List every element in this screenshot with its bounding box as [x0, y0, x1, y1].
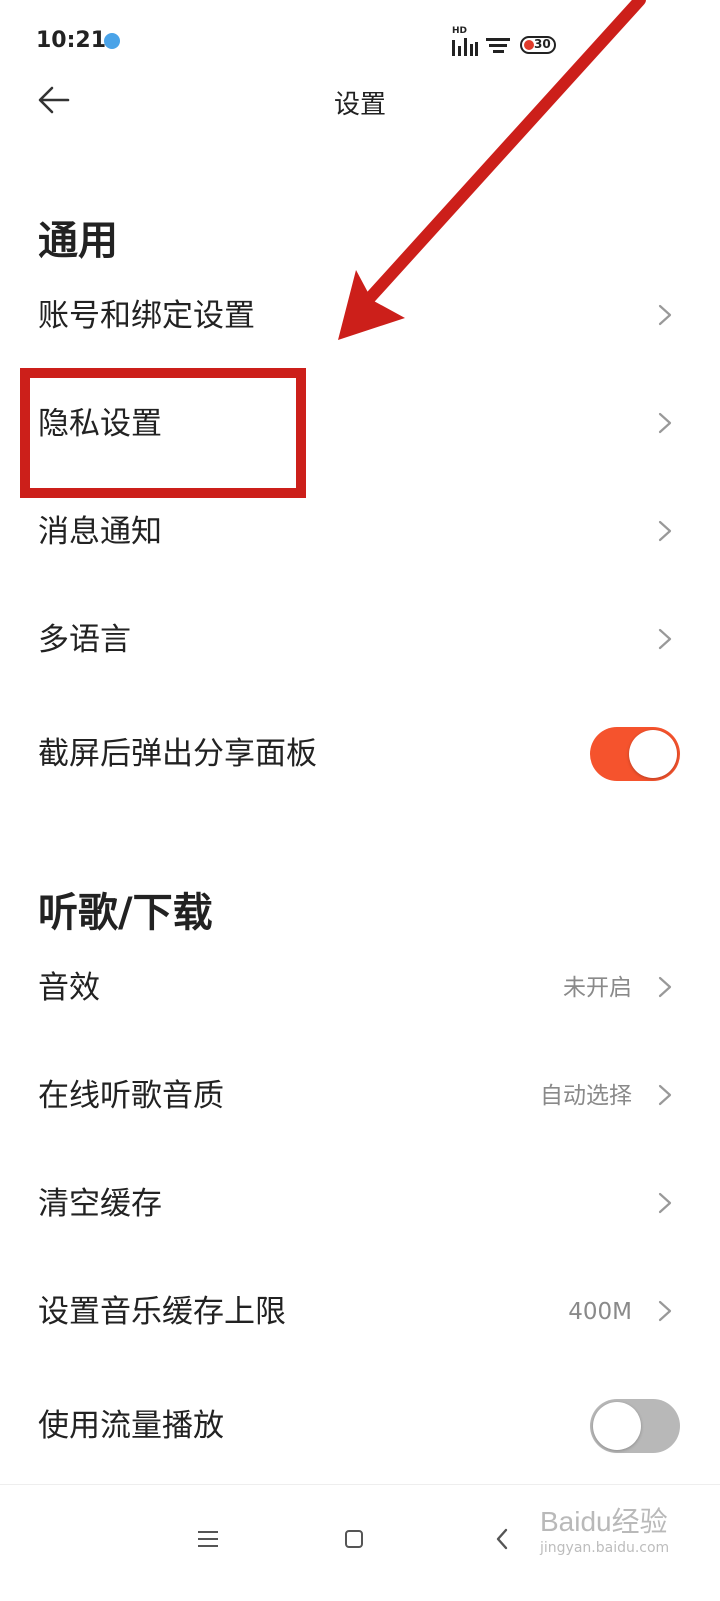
row-online-quality[interactable]: 在线听歌音质 自动选择: [0, 1046, 720, 1146]
chevron-right-icon: [658, 1084, 672, 1106]
row-label: 多语言: [38, 622, 131, 658]
section-title-listen-download: 听歌/下载: [38, 890, 213, 936]
chevron-right-icon: [658, 520, 672, 542]
notification-icon: [104, 33, 120, 49]
section-title-general: 通用: [38, 218, 118, 264]
row-label: 使用流量播放: [38, 1408, 224, 1444]
back-icon[interactable]: [472, 1509, 532, 1569]
status-time: 10:21: [36, 28, 107, 53]
row-sound-effects[interactable]: 音效 未开启: [0, 938, 720, 1038]
row-screenshot-share: 截屏后弹出分享面板: [0, 704, 720, 804]
chevron-right-icon: [658, 628, 672, 650]
row-value: 自动选择: [540, 1083, 632, 1109]
toggle-knob: [629, 730, 677, 778]
watermark-url: jingyan.baidu.com: [540, 1540, 670, 1556]
row-cache-limit[interactable]: 设置音乐缓存上限 400M: [0, 1262, 720, 1362]
menu-icon[interactable]: [178, 1509, 238, 1569]
chevron-right-icon: [658, 1300, 672, 1322]
row-label: 账号和绑定设置: [38, 298, 255, 334]
watermark-brand: Baidu经验: [540, 1506, 668, 1537]
status-bar: 10:21 HD 30: [0, 0, 720, 80]
row-value: 400M: [568, 1299, 632, 1325]
battery-level: 30: [534, 37, 551, 51]
screenshot-share-toggle[interactable]: [590, 727, 680, 781]
page-title: 设置: [333, 90, 386, 120]
row-label: 音效: [38, 970, 100, 1006]
wifi-icon: [486, 36, 512, 56]
toggle-knob: [593, 1402, 641, 1450]
row-value: 未开启: [563, 975, 632, 1001]
annotation-highlight-box: [20, 368, 306, 498]
row-clear-cache[interactable]: 清空缓存: [0, 1154, 720, 1254]
row-label: 清空缓存: [38, 1186, 162, 1222]
chevron-right-icon: [658, 1192, 672, 1214]
header: 设置: [0, 70, 720, 134]
chevron-right-icon: [658, 412, 672, 434]
row-mobile-data-playback: 使用流量播放: [0, 1376, 720, 1476]
chevron-right-icon: [658, 304, 672, 326]
row-label: 设置音乐缓存上限: [38, 1294, 286, 1330]
row-languages[interactable]: 多语言: [0, 590, 720, 690]
home-icon[interactable]: [324, 1509, 384, 1569]
row-label: 截屏后弹出分享面板: [38, 736, 317, 772]
hd-label: HD: [452, 26, 468, 36]
chevron-right-icon: [658, 976, 672, 998]
row-label: 在线听歌音质: [38, 1078, 224, 1114]
mobile-data-toggle[interactable]: [590, 1399, 680, 1453]
status-icons: HD 30: [452, 26, 572, 56]
signal-icon: [452, 36, 478, 56]
battery-icon: 30: [520, 36, 556, 54]
row-account-binding[interactable]: 账号和绑定设置: [0, 266, 720, 366]
